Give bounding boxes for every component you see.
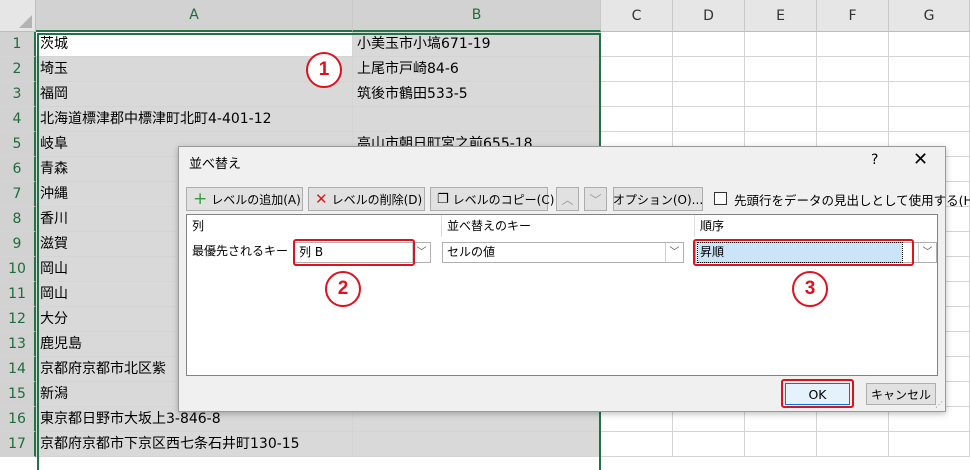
close-icon[interactable]: ✕ [913,149,928,170]
cell-empty[interactable] [817,107,889,132]
column-header-e[interactable]: E [745,0,817,32]
cell-a[interactable]: 茨城 [36,32,353,57]
help-icon[interactable]: ? [871,152,878,168]
sort-on-select-value: セルの値 [447,245,496,259]
column-header-b[interactable]: B [353,0,601,32]
annotation-circle-2: 2 [325,271,361,307]
cell-b[interactable]: 筑後市鶴田533-5 [353,82,601,107]
cell-empty[interactable] [889,107,970,132]
row-header[interactable]: 8 [0,207,36,232]
cell-empty[interactable] [673,107,745,132]
row-header[interactable]: 11 [0,282,36,307]
cell-a[interactable]: 福岡 [36,82,353,107]
grid-header-order: 順序 [700,219,725,233]
annotation-circle-3: 3 [792,271,828,307]
column-header-g[interactable]: G [889,0,970,32]
chevron-down-icon: ﹀ [589,192,602,207]
row-header[interactable]: 3 [0,82,36,107]
cell-empty[interactable] [817,432,889,457]
cell-empty[interactable] [889,432,970,457]
ok-button[interactable]: OK [785,383,850,405]
header-row-checkbox-label: 先頭行をデータの見出しとして使用する(H) [734,193,970,208]
cell-empty[interactable] [601,107,673,132]
cell-empty[interactable] [601,57,673,82]
row-header[interactable]: 4 [0,107,36,132]
chevron-up-icon: ︿ [561,192,574,207]
dropdown-arrow-icon: ﹀ [665,243,683,262]
cell-empty[interactable] [889,32,970,57]
cell-a[interactable]: 北海道標津郡中標津町北町4-401-12 [36,107,353,132]
cancel-button[interactable]: キャンセル [866,383,936,405]
row-header[interactable]: 6 [0,157,36,182]
move-down-button[interactable]: ﹀ [584,187,607,211]
header-row-checkbox[interactable] [714,192,727,205]
delete-level-label: レベルの削除(D) [331,192,423,207]
column-header-f[interactable]: F [817,0,889,32]
cell-empty[interactable] [601,32,673,57]
add-level-button[interactable]: + レベルの追加(A) [186,187,303,211]
row-header[interactable]: 1 [0,32,36,57]
column-header-a[interactable]: A [36,0,353,32]
row-header[interactable]: 9 [0,232,36,257]
row-header[interactable]: 5 [0,132,36,157]
sort-levels-grid: 列 並べ替えのキー 順序 最優先されるキー 列 B ﹀ セルの値 ﹀ 昇順 ﹀ … [186,214,938,376]
sort-on-select[interactable]: セルの値 ﹀ [442,242,684,263]
annotation-circle-1: 1 [306,52,342,88]
row-header[interactable]: 12 [0,307,36,332]
options-button[interactable]: オプション(O)... [613,187,703,211]
row-header[interactable]: 10 [0,257,36,282]
cell-empty[interactable] [889,57,970,82]
select-all-corner[interactable] [0,0,36,32]
cell-empty[interactable] [601,82,673,107]
dialog-title: 並べ替え [189,157,242,172]
row-header[interactable]: 14 [0,357,36,382]
grid-header-sort-on: 並べ替えのキー [442,215,695,237]
cell-b[interactable] [353,107,601,132]
copy-icon: ❐ [437,191,449,207]
cell-b[interactable]: 上尾市戸崎84-6 [353,57,601,82]
column-header-c[interactable]: C [601,0,673,32]
row-header[interactable]: 15 [0,382,36,407]
cell-b[interactable]: 小美玉市小塙671-19 [353,32,601,57]
delete-level-button[interactable]: ✕ レベルの削除(D) [308,187,425,211]
cell-empty[interactable] [601,432,673,457]
grid-header-column: 列 [187,215,442,237]
row-header[interactable]: 17 [0,432,36,457]
column-header-d[interactable]: D [673,0,745,32]
plus-icon: + [193,188,208,209]
move-up-button[interactable]: ︿ [556,187,579,211]
cell-empty[interactable] [817,57,889,82]
cell-empty[interactable] [745,32,817,57]
cell-empty[interactable] [673,432,745,457]
x-delete-icon: ✕ [315,189,328,208]
cell-b[interactable] [353,432,601,457]
highlight-box-column [293,239,415,266]
highlight-box-order [693,239,914,266]
row-header[interactable]: 16 [0,407,36,432]
cell-empty[interactable] [673,32,745,57]
cell-empty[interactable] [817,32,889,57]
dropdown-arrow-icon: ﹀ [918,243,936,262]
cell-empty[interactable] [889,82,970,107]
cell-empty[interactable] [745,432,817,457]
row-header[interactable]: 13 [0,332,36,357]
add-level-label: レベルの追加(A) [211,192,301,207]
cell-empty[interactable] [745,57,817,82]
sort-key-label: 最優先されるキー [192,244,289,258]
cell-empty[interactable] [745,82,817,107]
resize-grip-icon[interactable]: ⋰ [935,400,943,409]
sort-dialog: 並べ替え ? ✕ + レベルの追加(A) ✕ レベルの削除(D) ❐ レベルのコ… [178,146,970,412]
cell-empty[interactable] [745,107,817,132]
row-header[interactable]: 7 [0,182,36,207]
copy-level-label: レベルのコピー(C) [452,192,555,207]
copy-level-button[interactable]: ❐ レベルのコピー(C) [430,187,554,211]
cell-empty[interactable] [673,57,745,82]
cell-a[interactable]: 京都府京都市下京区西七条石井町130-15 [36,432,353,457]
row-header[interactable]: 2 [0,57,36,82]
cell-empty[interactable] [817,82,889,107]
cell-empty[interactable] [673,82,745,107]
